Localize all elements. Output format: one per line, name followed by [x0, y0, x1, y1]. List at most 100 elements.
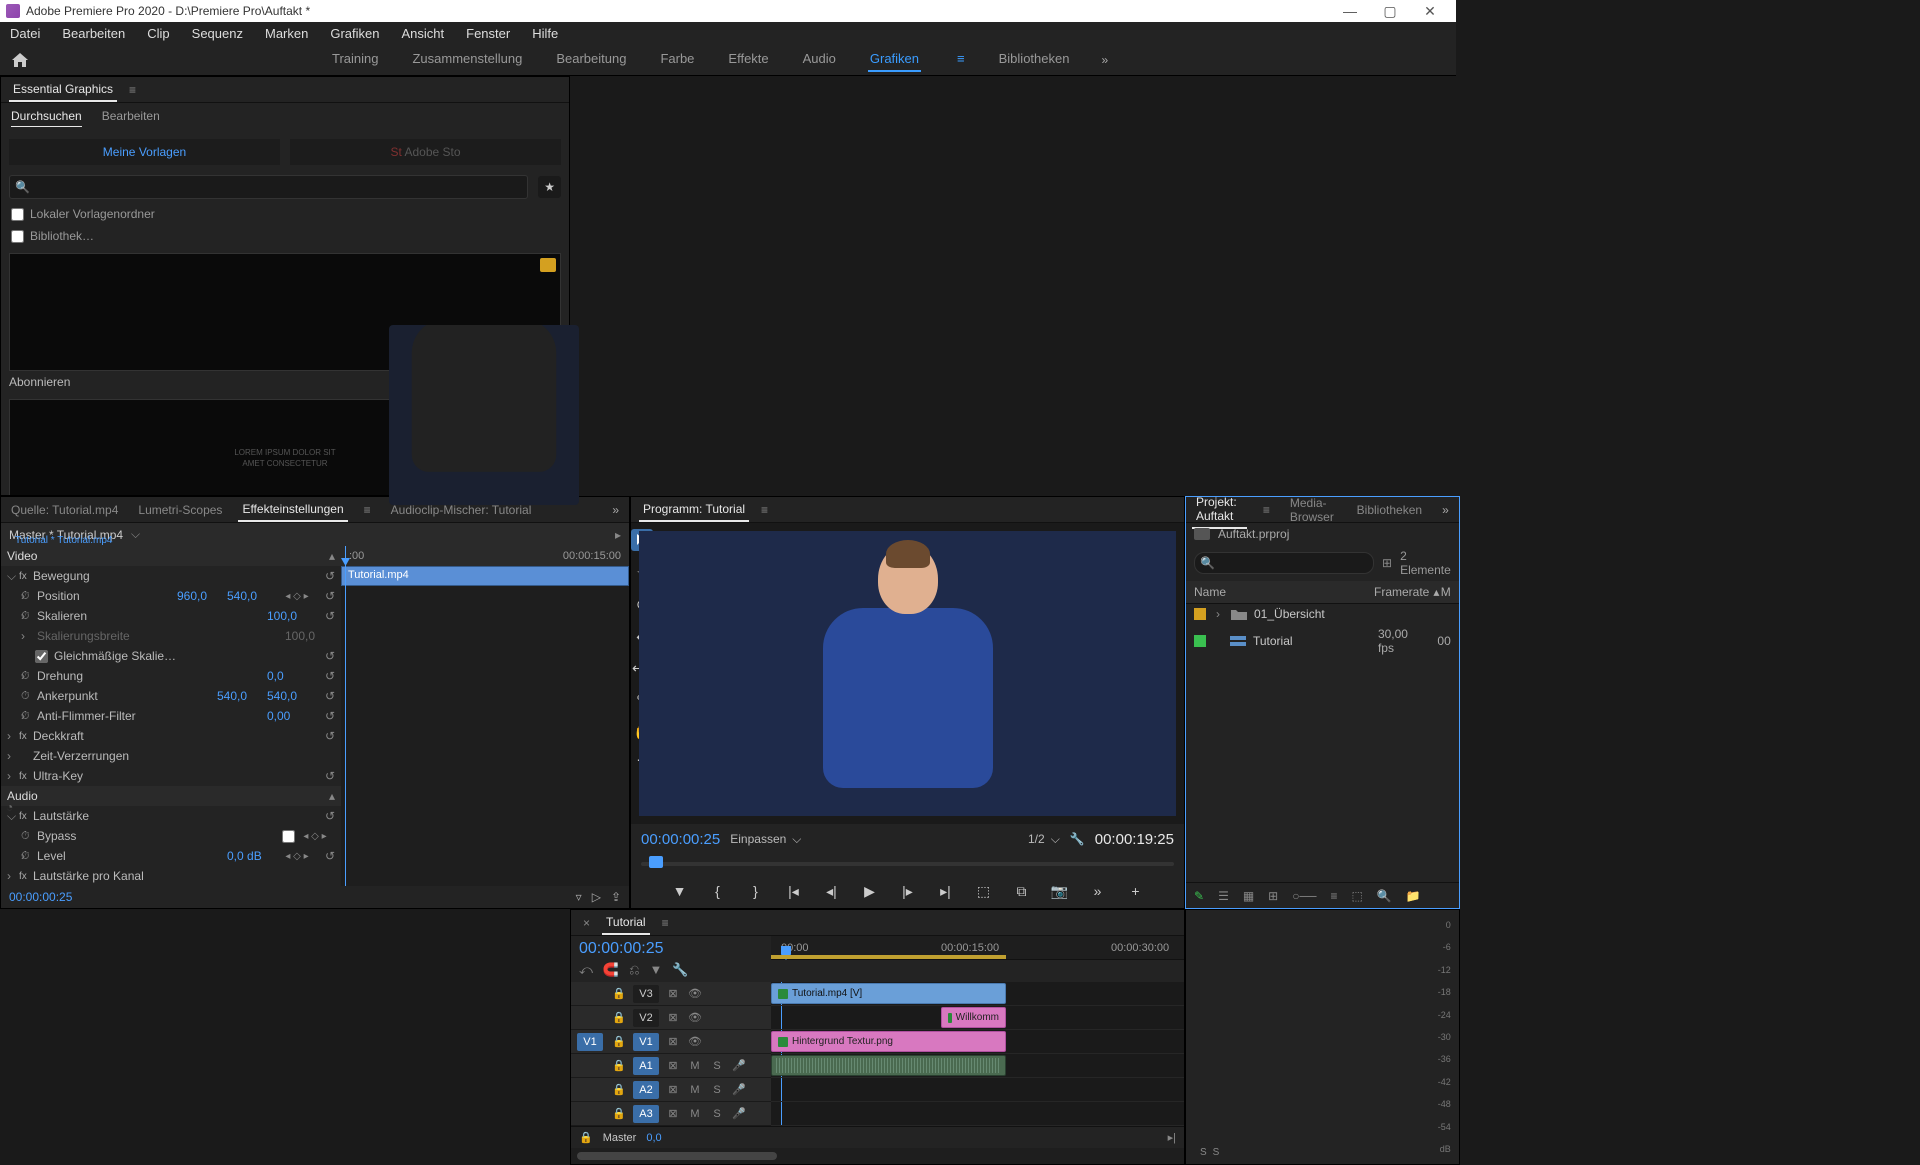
close-button[interactable]: ✕: [1410, 3, 1450, 20]
snap-icon[interactable]: 🧲: [603, 962, 619, 978]
record-icon[interactable]: 🎤: [731, 1107, 747, 1120]
search-bins-icon[interactable]: 🔍: [1377, 889, 1392, 903]
label-color-chip[interactable]: [1194, 608, 1206, 620]
ws-training[interactable]: Training: [330, 47, 380, 72]
menu-hilfe[interactable]: Hilfe: [528, 24, 562, 43]
lock-icon[interactable]: 🔒: [611, 1059, 627, 1072]
ec-play-only-icon[interactable]: ▷: [592, 890, 601, 904]
project-tab-menu-icon[interactable]: ≡: [1259, 499, 1274, 521]
settings-icon[interactable]: 🔧: [1070, 832, 1085, 846]
list-view-icon[interactable]: ☰: [1218, 889, 1229, 903]
chevron-down-icon[interactable]: ⌵: [131, 527, 140, 542]
work-area-bar[interactable]: [771, 955, 1006, 959]
ec-play-icon[interactable]: ▸: [615, 528, 621, 542]
ec-playhead[interactable]: [345, 546, 346, 886]
program-timecode[interactable]: 00:00:00:25: [641, 831, 720, 848]
close-sequence-icon[interactable]: ×: [579, 912, 594, 934]
eye-icon[interactable]: 👁: [687, 1035, 703, 1048]
reset-icon[interactable]: ↺: [317, 729, 335, 743]
tab-essential-graphics[interactable]: Essential Graphics: [9, 78, 117, 102]
reset-icon[interactable]: ↺: [317, 709, 335, 723]
program-zoom-dropdown[interactable]: 1/2 ⌵: [1028, 832, 1060, 847]
eg-search-input[interactable]: [9, 175, 528, 199]
ws-grafiken[interactable]: Grafiken: [868, 47, 921, 72]
lock-icon[interactable]: 🔒: [611, 1107, 627, 1120]
sync-lock-icon[interactable]: ⊠: [665, 1107, 681, 1120]
linked-selection-icon[interactable]: ⎌: [629, 962, 639, 978]
twirl-icon[interactable]: ›: [1216, 607, 1230, 621]
maximize-button[interactable]: ▢: [1370, 3, 1410, 20]
insert-mode-icon[interactable]: ⤺: [579, 962, 593, 978]
effect-controls-timeline[interactable]: :00 00:00:15:00 Tutorial.mp4: [341, 546, 629, 886]
anker-x[interactable]: 540,0: [217, 689, 267, 703]
solo-button[interactable]: S: [709, 1108, 725, 1120]
menu-sequenz[interactable]: Sequenz: [188, 24, 247, 43]
freeform-view-icon[interactable]: ⊞: [1268, 889, 1278, 903]
reset-icon[interactable]: ↺: [317, 569, 335, 583]
project-filter-icon[interactable]: ⊞: [1382, 556, 1392, 570]
master-value[interactable]: 0,0: [646, 1132, 661, 1144]
timeline-zoom-scrollbar[interactable]: [571, 1148, 1184, 1164]
sync-lock-icon[interactable]: ⊠: [665, 987, 681, 1000]
program-fit-dropdown[interactable]: Einpassen ⌵: [730, 832, 801, 847]
solo-button[interactable]: S: [709, 1060, 725, 1072]
level-value[interactable]: 0,0 dB: [227, 849, 277, 863]
col-framerate[interactable]: Framerate: [1374, 585, 1429, 599]
sync-lock-icon[interactable]: ⊠: [665, 1011, 681, 1024]
menu-grafiken[interactable]: Grafiken: [326, 24, 383, 43]
eg-lib-checkbox[interactable]: [11, 230, 24, 243]
timeline-timecode[interactable]: 00:00:00:25: [579, 940, 763, 958]
reset-icon[interactable]: ↺: [317, 689, 335, 703]
clip-v1[interactable]: Hintergrund Textur.png: [771, 1031, 1006, 1052]
antiflimmer-value[interactable]: 0,00: [267, 709, 317, 723]
bypass-checkbox[interactable]: [282, 830, 295, 843]
ec-share-icon[interactable]: ⇪: [611, 890, 621, 904]
menu-clip[interactable]: Clip: [143, 24, 173, 43]
solo-button[interactable]: S: [709, 1084, 725, 1096]
export-frame-button[interactable]: 📷: [1050, 883, 1070, 900]
ec-clip-bar[interactable]: Tutorial.mp4: [341, 566, 629, 586]
ws-bibliotheken[interactable]: Bibliotheken: [997, 47, 1072, 72]
track-a1[interactable]: A1: [633, 1057, 659, 1075]
lock-icon[interactable]: 🔒: [611, 1011, 627, 1024]
mute-button[interactable]: M: [687, 1108, 703, 1120]
mute-button[interactable]: M: [687, 1084, 703, 1096]
button-editor-icon[interactable]: +: [1126, 883, 1146, 899]
keyframe-nav[interactable]: ◂ ◇ ▸: [277, 851, 317, 862]
timeline-ruler[interactable]: 00:00 00:00:15:00 00:00:30:00: [771, 936, 1184, 960]
eye-icon[interactable]: 👁: [687, 1011, 703, 1024]
mark-out-button[interactable]: }: [746, 883, 766, 899]
reset-icon[interactable]: ↺: [317, 849, 335, 863]
lock-icon[interactable]: 🔒: [611, 987, 627, 1000]
ec-audio-toggle-icon[interactable]: ▴: [329, 789, 335, 803]
sync-lock-icon[interactable]: ⊠: [665, 1083, 681, 1096]
ws-grafiken-menu-icon[interactable]: ≡: [955, 47, 967, 72]
menu-fenster[interactable]: Fenster: [462, 24, 514, 43]
anker-y[interactable]: 540,0: [267, 689, 317, 703]
clip-a1[interactable]: [771, 1055, 1006, 1076]
play-button[interactable]: ▶: [860, 883, 880, 900]
record-icon[interactable]: 🎤: [731, 1083, 747, 1096]
source-v1[interactable]: V1: [577, 1033, 603, 1051]
program-tab-menu-icon[interactable]: ≡: [757, 499, 772, 521]
tab-sequence[interactable]: Tutorial: [602, 911, 650, 935]
track-v3[interactable]: V3: [633, 985, 659, 1003]
go-to-in-button[interactable]: |◂: [784, 883, 804, 900]
extract-button[interactable]: ⧉: [1012, 883, 1032, 900]
icon-view-icon[interactable]: ▦: [1243, 889, 1254, 903]
solo-r-button[interactable]: S: [1213, 1147, 1220, 1158]
col-name[interactable]: Name: [1194, 585, 1374, 599]
eg-tab-browse[interactable]: Durchsuchen: [11, 109, 82, 127]
tab-lumetri-scopes[interactable]: Lumetri-Scopes: [134, 499, 226, 521]
track-v2[interactable]: V2: [633, 1009, 659, 1027]
ws-bearbeitung[interactable]: Bearbeitung: [554, 47, 628, 72]
col-m[interactable]: M: [1441, 585, 1451, 599]
eg-source-stock[interactable]: St Adobe Sto: [290, 139, 561, 165]
zoom-slider[interactable]: ○──: [1292, 889, 1316, 903]
track-a2[interactable]: A2: [633, 1081, 659, 1099]
program-playhead[interactable]: [649, 856, 663, 868]
transport-overflow-icon[interactable]: »: [1088, 883, 1108, 899]
lock-icon[interactable]: 🔒: [579, 1131, 593, 1144]
go-to-out-button[interactable]: ▸|: [936, 883, 956, 900]
go-end-icon[interactable]: ▸|: [1168, 1131, 1176, 1144]
